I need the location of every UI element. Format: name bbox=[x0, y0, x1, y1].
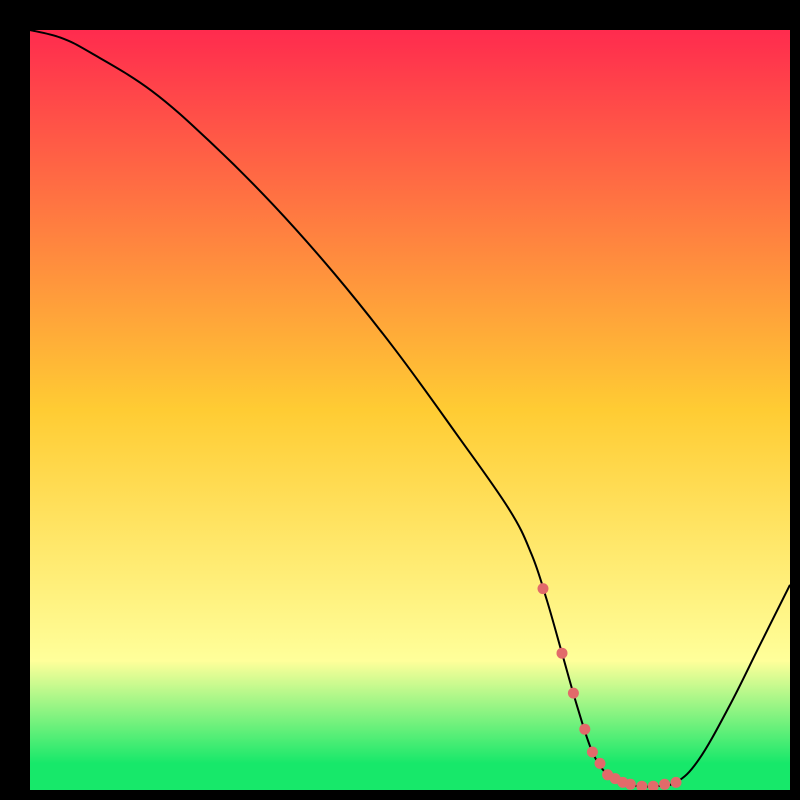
border-right bbox=[790, 0, 800, 800]
bottleneck-chart bbox=[0, 0, 800, 800]
border-top bbox=[0, 0, 800, 30]
optimum-dot bbox=[587, 747, 598, 758]
optimum-dot bbox=[625, 779, 636, 790]
chart-frame: { "watermark": "TheBottlenecker.com", "c… bbox=[0, 0, 800, 800]
optimum-dot bbox=[538, 583, 549, 594]
optimum-dot bbox=[557, 648, 568, 659]
optimum-dot bbox=[579, 724, 590, 735]
border-bottom bbox=[0, 790, 800, 800]
optimum-dot bbox=[595, 758, 606, 769]
optimum-dot bbox=[659, 779, 670, 790]
optimum-dot bbox=[568, 688, 579, 699]
border-left bbox=[0, 0, 30, 800]
optimum-dot bbox=[671, 777, 682, 788]
plot-background bbox=[30, 30, 790, 790]
